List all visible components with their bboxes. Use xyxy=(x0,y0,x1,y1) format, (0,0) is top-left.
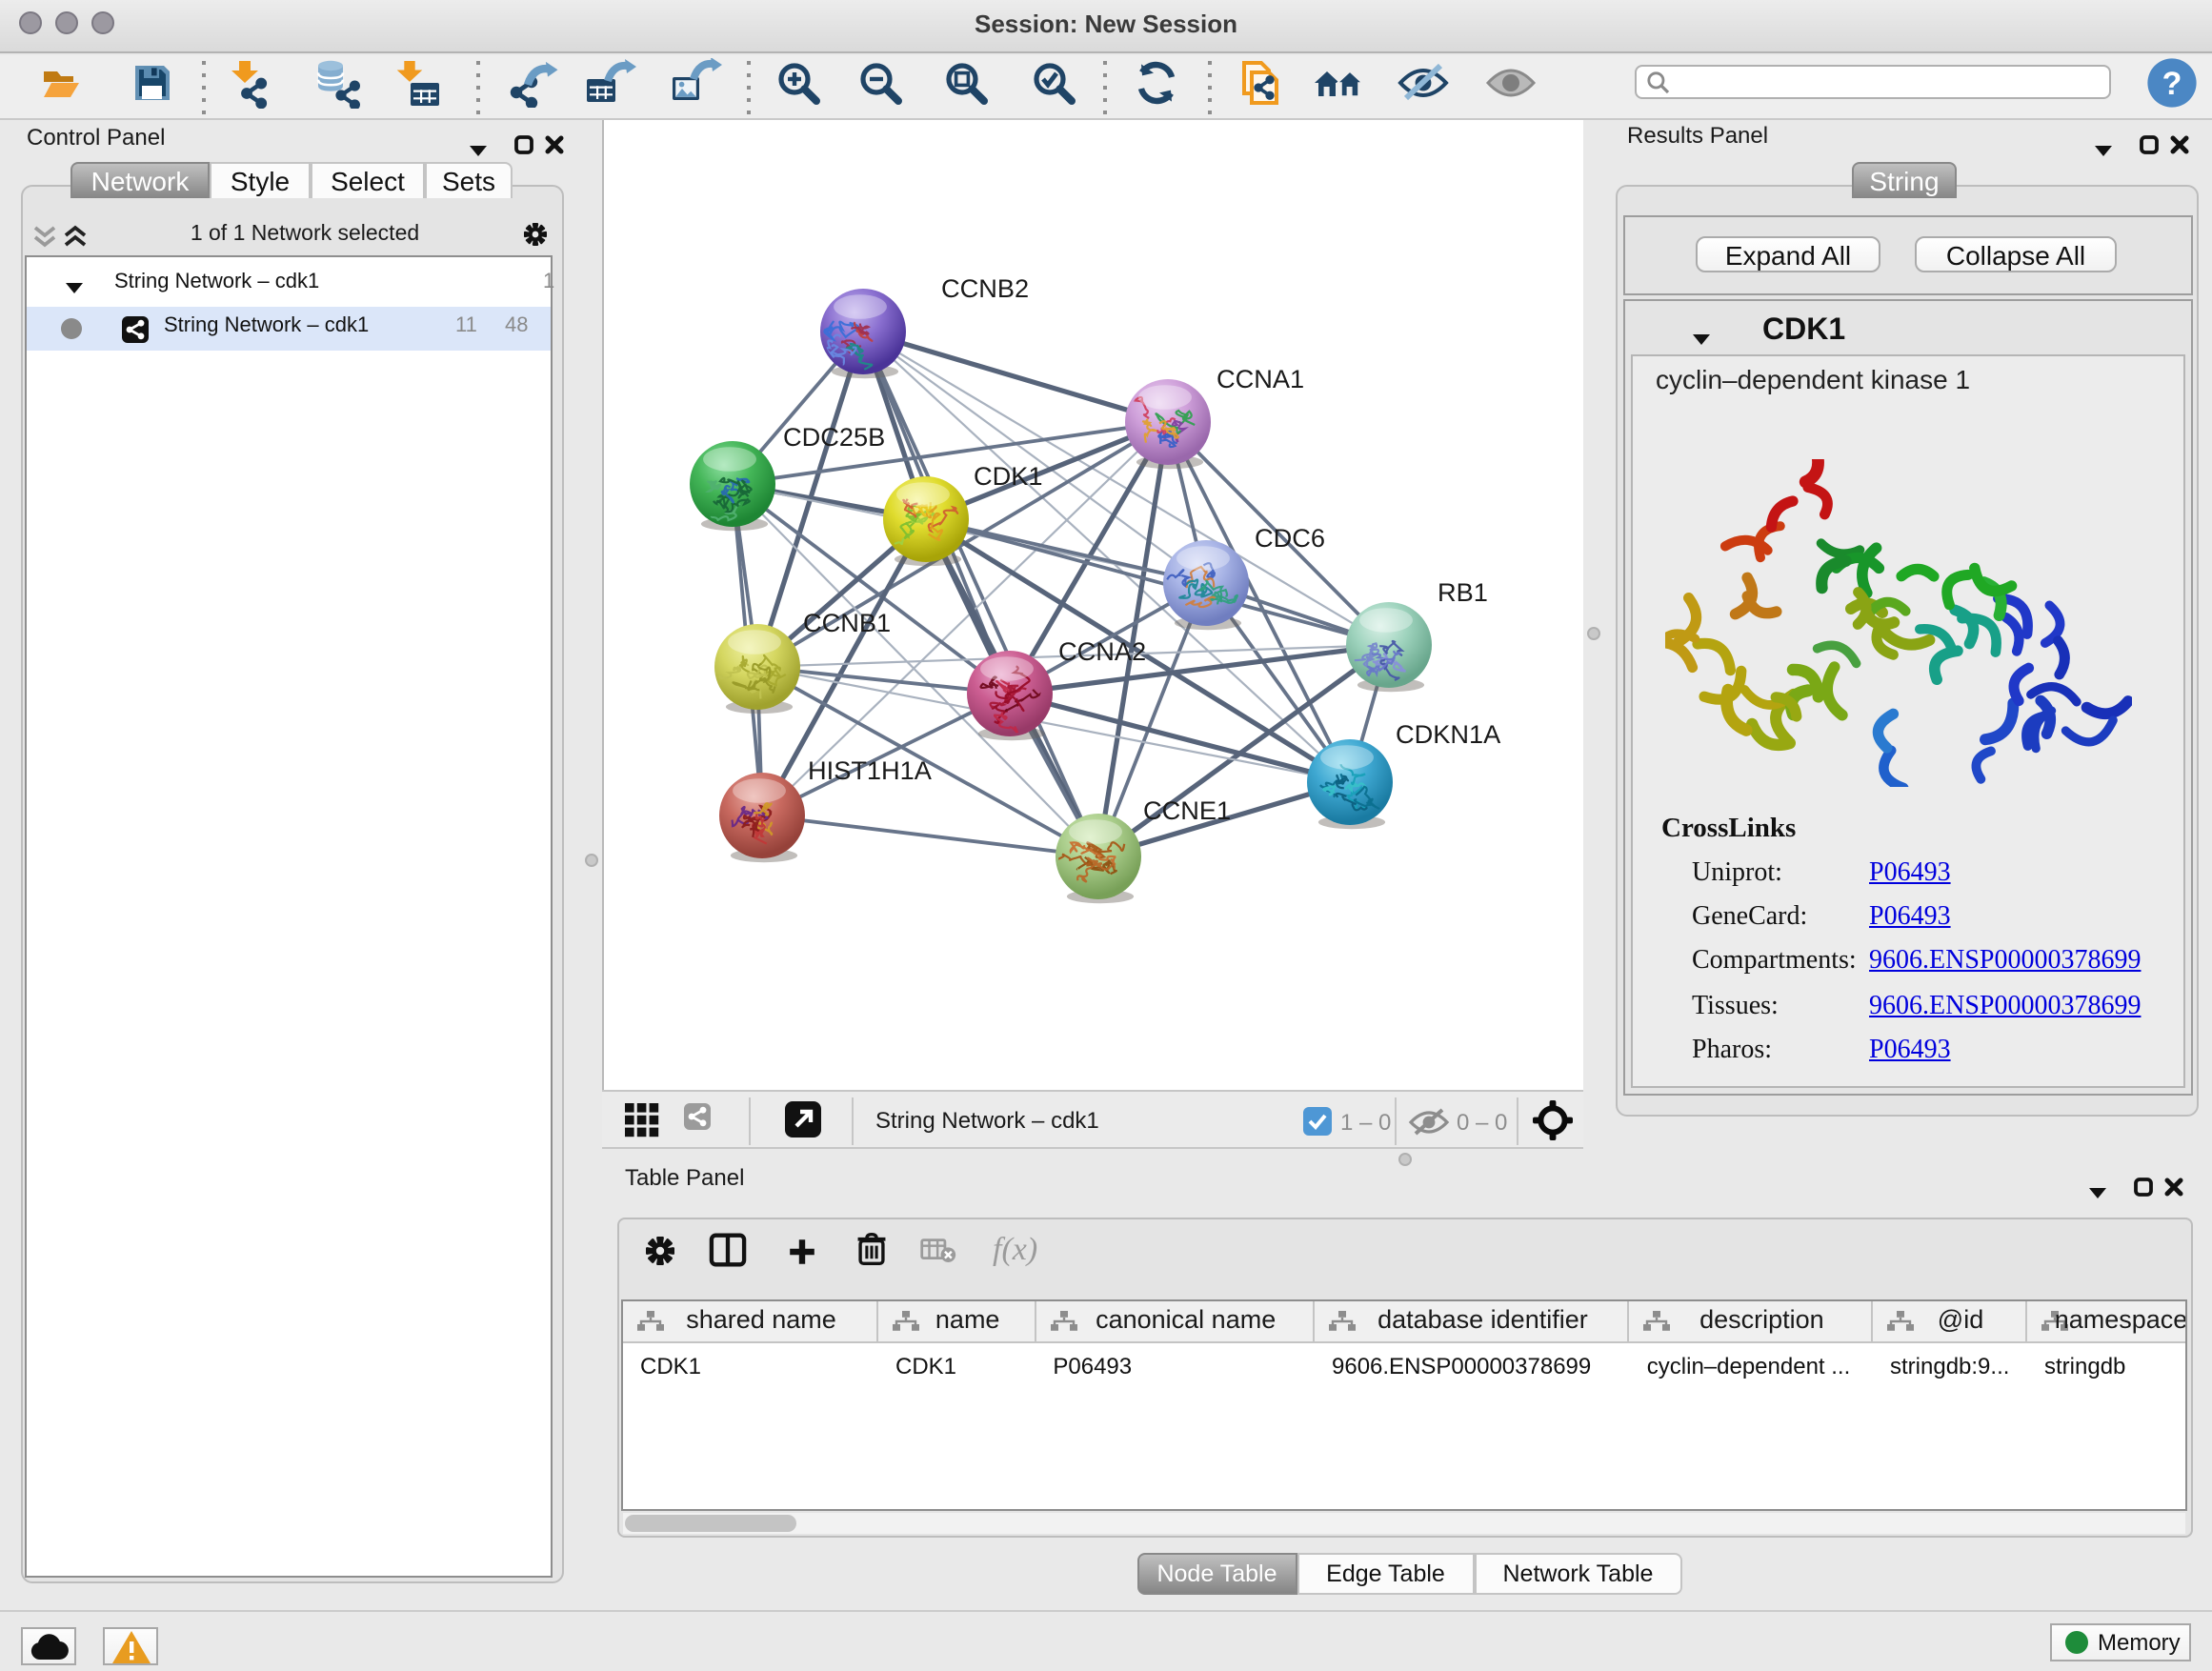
svg-text:CCNA2: CCNA2 xyxy=(1057,636,1145,666)
svg-text:CDC6: CDC6 xyxy=(1254,523,1324,553)
svg-text:CCNB2: CCNB2 xyxy=(940,273,1028,303)
svg-text:CCNA1: CCNA1 xyxy=(1216,364,1303,393)
svg-text:CCNE1: CCNE1 xyxy=(1142,795,1230,825)
svg-text:HIST1H1A: HIST1H1A xyxy=(807,755,932,785)
svg-text:CDKN1A: CDKN1A xyxy=(1395,719,1500,749)
svg-text:RB1: RB1 xyxy=(1437,577,1487,607)
svg-text:CDK1: CDK1 xyxy=(973,461,1042,491)
svg-text:CDC25B: CDC25B xyxy=(782,422,884,452)
svg-text:CCNB1: CCNB1 xyxy=(802,608,890,637)
svg-text:?: ? xyxy=(2162,66,2182,102)
